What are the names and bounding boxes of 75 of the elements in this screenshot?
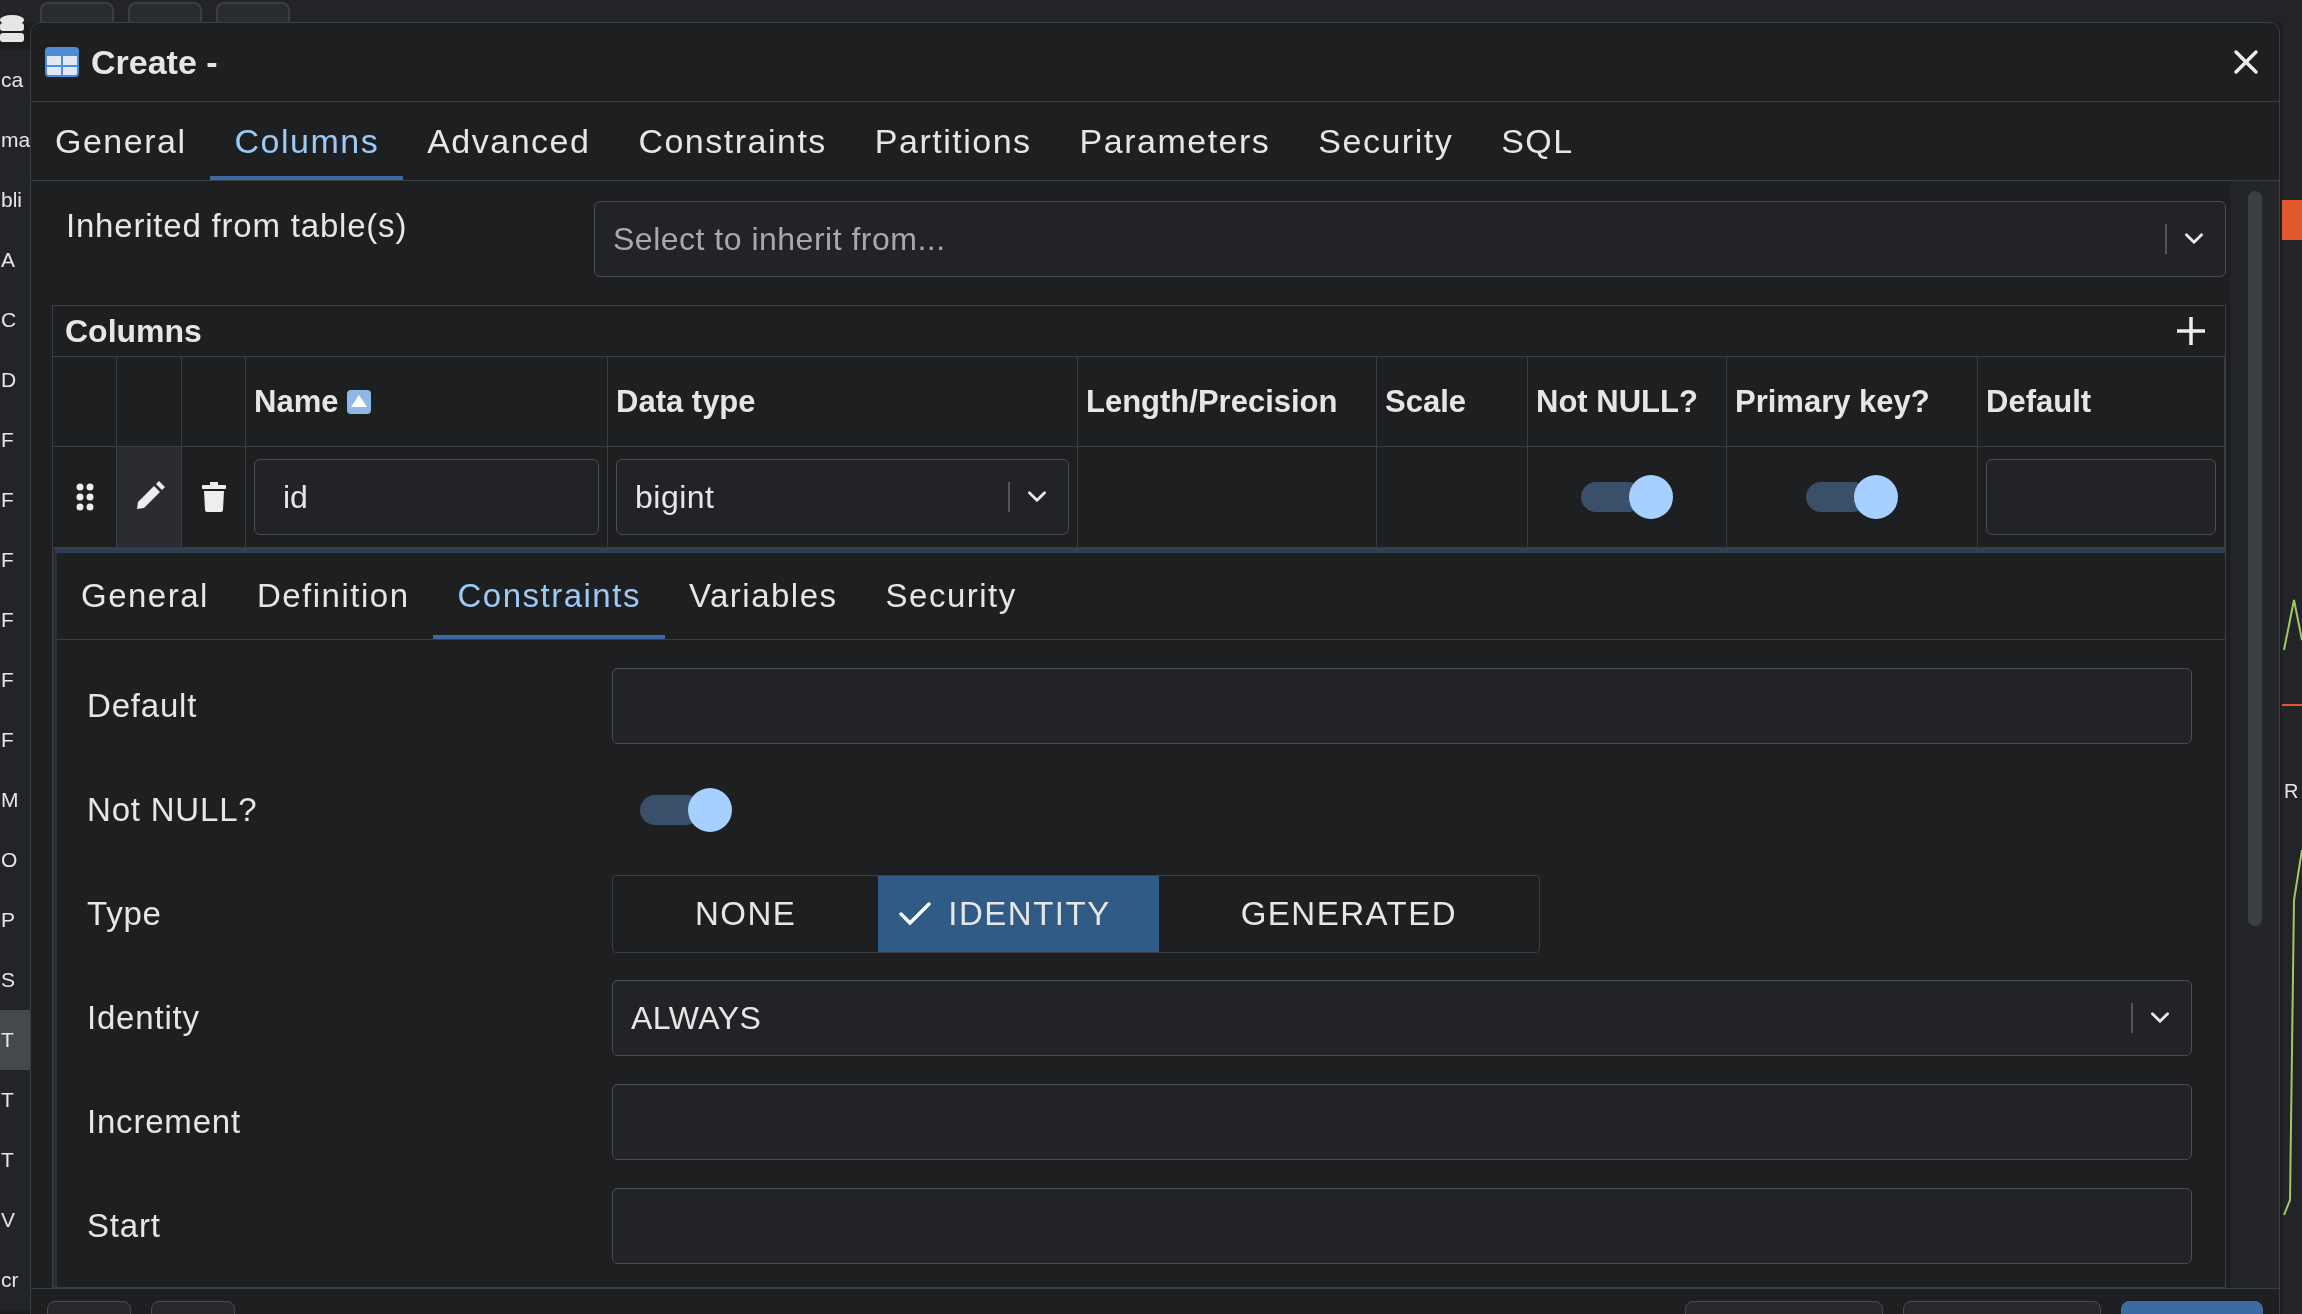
tree-item[interactable]: F [0,530,30,590]
tree-item[interactable]: A [0,230,30,290]
toggle-switch[interactable] [640,788,732,832]
tab[interactable]: Security [861,557,1041,639]
tab[interactable]: Partitions [850,106,1056,180]
tree-item[interactable]: F [0,650,30,710]
input-field[interactable] [612,1188,2192,1264]
trash-icon[interactable] [201,482,226,512]
tree-item[interactable]: F [0,470,30,530]
tree-item[interactable]: ca [0,50,30,110]
data-type-select[interactable]: bigint [616,459,1069,535]
default-field[interactable] [1986,459,2216,535]
field-label: Identity [87,999,201,1037]
column-header[interactable]: Name [246,357,608,447]
tab[interactable]: Advanced [403,106,615,180]
chart-label: R [2284,780,2299,803]
tab[interactable]: General [31,106,211,180]
scrollbar[interactable] [2248,191,2262,926]
segment-option[interactable]: GENERATED [1158,876,1540,952]
tree-item[interactable]: F [0,710,30,770]
column-header[interactable]: Length/Precision [1078,357,1377,447]
tree-item[interactable]: F [0,410,30,470]
field-label: Inherited from table(s) [66,206,409,245]
tree-item[interactable]: M [0,770,30,830]
database-icon [0,14,24,44]
drag-handle-icon[interactable] [74,482,95,512]
tab[interactable]: Definition [232,557,434,639]
tree-item[interactable]: bli [0,170,30,230]
sort-ascending-icon [346,388,373,415]
tab[interactable]: Variables [664,557,862,639]
tab[interactable]: Constraints [433,557,665,639]
field-label: Not NULL? [87,791,259,829]
check-icon [898,900,933,928]
input-field[interactable] [612,1084,2192,1160]
identity-select[interactable]: ALWAYS [612,980,2192,1056]
field-label: Default [87,687,199,725]
tab[interactable]: Security [1294,106,1478,180]
toolbar-button[interactable] [40,2,114,22]
tree-item[interactable]: T [0,1010,30,1070]
tree-item[interactable]: T [0,1130,30,1190]
inherit-select[interactable]: Select to inherit from... [594,201,2226,277]
column-header[interactable]: Data type [608,357,1078,447]
tree-item[interactable]: S [0,950,30,1010]
tab[interactable]: Constraints [614,106,851,180]
column-header[interactable]: Scale [1377,357,1528,447]
tab[interactable]: General [57,557,233,639]
tree-item[interactable]: C [0,290,30,350]
tree-item[interactable]: cr [0,1250,30,1310]
table-icon [45,47,79,77]
panel-title: Columns [65,312,203,350]
toolbar-button[interactable] [128,2,202,22]
tree-item[interactable]: P [0,890,30,950]
column-header[interactable]: Not NULL? [1528,357,1727,447]
field-label: Start [87,1207,162,1245]
segment-option[interactable]: IDENTITY [878,876,1159,952]
tab[interactable]: SQL [1477,106,1598,180]
dialog-title: Create - [91,42,219,82]
tree-item[interactable]: D [0,350,30,410]
tab[interactable]: Parameters [1055,106,1295,180]
tree-item[interactable]: V [0,1190,30,1250]
toggle-switch[interactable] [1806,475,1898,519]
field-label: Type [87,895,163,933]
field-label: Increment [87,1103,242,1141]
name-field[interactable]: id [254,459,599,535]
column-header[interactable]: Default [1978,357,2225,447]
tab[interactable]: Columns [210,106,404,180]
input-field[interactable] [612,668,2192,744]
tree-item[interactable]: T [0,1070,30,1130]
toggle-switch[interactable] [1581,475,1673,519]
tree-item[interactable]: O [0,830,30,890]
tree-item[interactable]: ma [0,110,30,170]
segment-option[interactable]: NONE [613,876,879,952]
tree-item[interactable]: F [0,590,30,650]
toolbar-button[interactable] [216,2,290,22]
column-header[interactable]: Primary key? [1727,357,1978,447]
